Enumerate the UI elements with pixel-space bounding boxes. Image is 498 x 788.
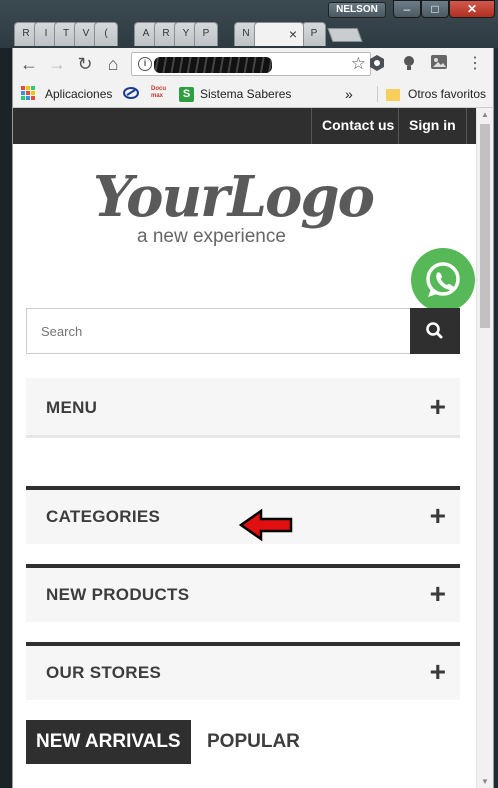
plus-icon[interactable]: + [430,393,446,421]
photo-icon[interactable] [429,54,449,74]
site-logo[interactable]: YourLogo a new experience [93,164,383,254]
tab-strip: R I T V ( A R Y P N × P [14,20,364,46]
tab[interactable]: P [194,22,218,46]
lightbulb-icon[interactable] [399,54,419,74]
other-bookmarks[interactable]: Otros favoritos [377,86,486,102]
bookmarks-overflow-icon[interactable]: » [345,86,353,102]
panel-top-border [26,564,460,568]
tab[interactable]: ( [94,22,118,46]
whatsapp-icon [426,262,460,297]
bookmark-apps[interactable]: Aplicaciones [45,86,112,102]
logo-text: YourLogo [93,164,375,230]
whatsapp-button[interactable] [411,248,475,312]
folder-icon [386,88,400,101]
back-icon[interactable]: ← [19,54,39,74]
panel-title: NEW PRODUCTS [46,585,190,604]
plus-icon[interactable]: + [430,580,446,608]
maximize-button[interactable]: □ [421,0,449,18]
panel-title: CATEGORIES [46,507,161,526]
search-icon [426,322,443,339]
browser-window: NELSON – □ ✕ R I T V ( A R Y P N × P ← →… [0,0,498,788]
close-tab-icon[interactable]: × [289,23,297,45]
apps-icon[interactable] [21,86,35,100]
bookmark-sistema-saberes[interactable]: S Sistema Saberes [179,86,292,103]
scroll-up-icon[interactable]: ▲ [481,110,489,119]
close-window-button[interactable]: ✕ [449,0,495,18]
tab-new-arrivals[interactable]: NEW ARRIVALS [26,720,191,764]
bookmark-star-icon[interactable]: ☆ [351,54,366,74]
s-icon: S [179,87,194,103]
sign-in-link[interactable]: Sign in [398,108,467,144]
bookmarks-bar: Aplicaciones Docu max S Sistema Saberes »… [12,80,494,108]
bookmark-documax[interactable]: Docu max [151,86,169,102]
menu-panel[interactable]: MENU + [26,378,460,438]
bookmark-label: Sistema Saberes [200,87,292,101]
red-arrow-icon [239,508,293,542]
panel-title: OUR STORES [46,663,162,682]
scroll-down-icon[interactable]: ▼ [481,777,489,786]
tab[interactable]: P [302,22,326,46]
other-bookmarks-label: Otros favoritos [408,87,487,101]
scroll-thumb[interactable] [480,124,490,328]
home-icon[interactable]: ⌂ [103,54,123,74]
tab-popular[interactable]: POPULAR [207,720,300,764]
plus-icon[interactable]: + [430,502,446,530]
page-viewport: Contact us Sign in YourLogo a new experi… [12,108,494,788]
bookmark-item[interactable] [123,86,139,102]
new-tab-button[interactable] [327,28,363,42]
eye-icon[interactable] [367,54,387,74]
panel-top-border [26,642,460,646]
new-products-panel[interactable]: NEW PRODUCTS + [26,564,460,622]
top-nav: Contact us Sign in [13,108,477,144]
address-bar[interactable]: i ☆ [131,52,371,76]
browser-toolbar: ← → ↻ ⌂ i ☆ ⋮ [12,48,494,80]
menu-icon[interactable]: ⋮ [465,54,485,74]
contact-us-link[interactable]: Contact us [311,108,404,144]
search-box [26,308,460,354]
minimize-button[interactable]: – [393,0,421,18]
reload-icon[interactable]: ↻ [75,54,95,74]
plus-icon[interactable]: + [430,658,446,686]
panel-top-border [26,486,460,490]
forward-icon[interactable]: → [47,54,67,74]
tab-active[interactable]: × [254,22,304,46]
title-bar: NELSON – □ ✕ R I T V ( A R Y P N × P [0,0,498,48]
our-stores-panel[interactable]: OUR STORES + [26,642,460,700]
search-button[interactable] [410,308,460,354]
logo-tagline: a new experience [137,226,286,247]
scrollbar[interactable]: ▲ ▼ [476,108,493,788]
panel-title: MENU [46,398,98,417]
redacted-url [154,57,272,73]
search-input[interactable] [27,309,411,353]
info-icon[interactable]: i [138,57,152,71]
profile-button[interactable]: NELSON [328,2,386,18]
